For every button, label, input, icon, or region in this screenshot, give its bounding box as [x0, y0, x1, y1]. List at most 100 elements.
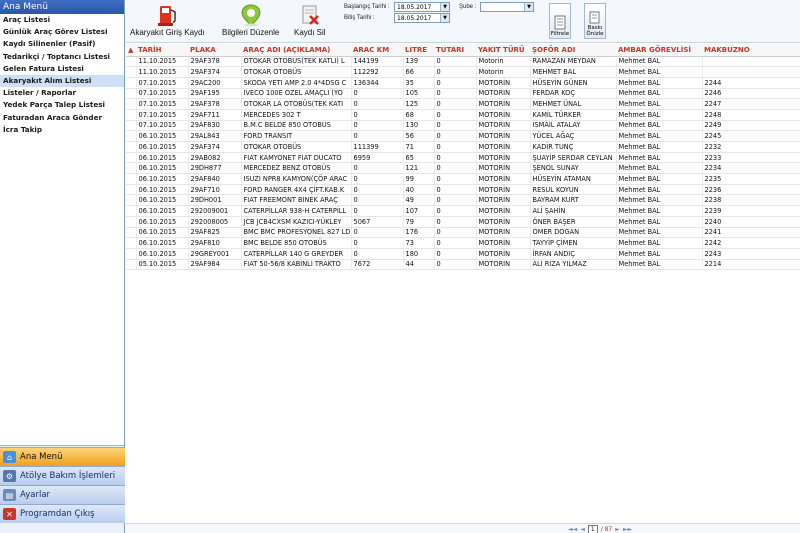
table-row[interactable]: 05.10.2015 29AF984 FIAT 50-56/8 KABİNLİ TR… [126, 259, 800, 271]
row-selector[interactable] [126, 237, 137, 249]
row-selector[interactable] [126, 216, 137, 228]
table-cell: 29AF830 [188, 120, 242, 132]
table-row[interactable]: 06.10.2015 29AF710 FORD RANGER 4X4 ÇİFT.KA… [126, 184, 800, 196]
column-header[interactable]: ARAC KM [351, 44, 403, 57]
table-cell: 2238 [702, 194, 800, 207]
table-row[interactable]: 06.10.2015 29AF825 BMC BMC PROFESYONEL 827… [126, 227, 800, 239]
sidebar-item[interactable]: Kaydı Silinenler (Pasif) [0, 38, 124, 50]
exit-icon: ✕ [3, 508, 16, 520]
row-selector[interactable] [126, 88, 137, 100]
column-header[interactable]: AMBAR GÖREVLİSİ [616, 44, 702, 57]
filter-icon [554, 15, 566, 30]
edit-details-button[interactable]: Bilgileri Düzenle [222, 2, 279, 37]
row-selector[interactable] [126, 227, 137, 239]
chevron-down-icon[interactable]: ▼ [440, 3, 449, 11]
row-selector[interactable] [126, 152, 137, 164]
current-page-input[interactable]: 1 [587, 525, 598, 533]
table-row[interactable]: 07.10.2015 29AF830 B.M.C BELDE 850 OTOBÜS 0… [126, 120, 800, 132]
table-cell: Mehmet BAL [616, 205, 703, 217]
column-header[interactable]: TARİH [136, 44, 188, 57]
table-row[interactable]: 07.10.2015 29AF711 MERCEDES 302 T 0 68 0 MOTOR… [126, 109, 800, 121]
table-row[interactable]: 07.10.2015 29AC200 SKODA YETI AMP 2.0 4*4D… [126, 77, 800, 89]
table-row[interactable]: 06.10.2015 29GREY001 CATERPİLLAR 140 G GRE… [126, 248, 800, 260]
end-date-label: Bitiş Tarihi : [344, 15, 375, 21]
column-header[interactable]: MAKBUZNO [702, 44, 800, 57]
row-selector[interactable] [126, 141, 137, 153]
sidebar-item[interactable]: Listeler / Raporlar [0, 87, 124, 99]
filter-button[interactable]: Filtrele [549, 3, 571, 39]
table-cell: FIAT KAMYONET FIAT DUCATO [241, 152, 352, 164]
row-selector[interactable] [126, 205, 137, 217]
chevron-down-icon[interactable]: ▼ [440, 14, 449, 22]
previous-page-icon[interactable]: ◄ [580, 526, 585, 533]
row-selector[interactable] [126, 173, 137, 185]
table-row[interactable]: 06.10.2015 292009001 CATERPİLLAR 938-H CAT… [126, 205, 800, 217]
sidebar-item[interactable]: Araç Listesi [0, 14, 124, 26]
bottom-nav-item[interactable]: ⚙ Atölye Bakım İşlemleri [0, 466, 125, 485]
row-selector[interactable] [126, 98, 137, 110]
row-selector[interactable] [126, 66, 137, 78]
column-header[interactable]: ŞOFÖR ADI [530, 44, 616, 57]
chevron-down-icon[interactable]: ▼ [524, 3, 533, 11]
table-row[interactable]: 07.10.2015 29AF195 IVECO 100E ÖZEL AMAÇLI … [126, 88, 800, 100]
row-selector[interactable] [126, 194, 137, 207]
bottom-nav-item[interactable]: ⌂ Ana Menü [0, 447, 125, 466]
sidebar-item[interactable]: Tedarikçi / Toptancı Listesi [0, 51, 124, 63]
table-row[interactable]: 06.10.2015 29AF374 OTOKAR OTOBÜS 111399 71 0 M… [126, 141, 800, 153]
column-header[interactable]: YAKIT TÜRÜ [476, 44, 530, 57]
row-selector[interactable] [126, 77, 137, 89]
column-header[interactable]: LITRE [403, 44, 434, 57]
first-page-icon[interactable]: ◄◄ [568, 526, 577, 533]
table-cell: İSMAİL ATALAY [530, 120, 617, 132]
next-page-icon[interactable]: ► [615, 526, 620, 533]
add-fuel-entry-button[interactable]: Akaryakıt Giriş Kaydı [130, 2, 205, 37]
row-selector[interactable] [126, 184, 137, 196]
branch-select[interactable]: ▼ [480, 2, 534, 12]
delete-document-icon [302, 5, 319, 25]
table-row[interactable]: 06.10.2015 29DH877 MERCEDEZ BENZ OTOBÜS 0 12… [126, 162, 800, 175]
row-selector[interactable] [126, 56, 137, 68]
delete-record-button[interactable]: Kaydı Sil [294, 2, 326, 37]
sidebar-item[interactable]: Gelen Fatura Listesi [0, 63, 124, 75]
bottom-nav-item[interactable]: ✕ Programdan Çıkış [0, 504, 125, 523]
sidebar-item[interactable]: Akaryakıt Alım Listesi [0, 74, 124, 88]
table-row[interactable]: 06.10.2015 29AL843 FORD TRANSIT 0 56 0 MOTORİN… [126, 130, 800, 142]
sidebar-item[interactable]: Günlük Araç Görev Listesi [0, 26, 124, 38]
sort-indicator-icon[interactable]: ▲ [126, 44, 136, 57]
end-date-picker[interactable]: 18.05.2017 ▼ [394, 13, 450, 23]
table-row[interactable]: 06.10.2015 292008005 JCB JCB4CXSM KAZICI-Y… [126, 216, 800, 228]
table-cell: Mehmet BAL [616, 56, 703, 68]
table-cell: OTOKAR OTOBÜS(TEK KATLI) L [241, 56, 352, 68]
column-header[interactable]: PLAKA [188, 44, 241, 57]
table-row[interactable]: 06.10.2015 29AF810 BMC BELDE 850 OTOBÜS 0 73… [126, 237, 800, 249]
last-page-icon[interactable]: ►► [623, 526, 632, 533]
row-selector[interactable] [126, 130, 137, 142]
print-preview-button[interactable]: Baskı Önizle [584, 3, 606, 39]
table-row[interactable]: 11.10.2015 29AF378 OTOKAR OTOBÜS(TEK KATLI… [126, 56, 800, 68]
row-selector[interactable] [126, 162, 137, 175]
column-header[interactable]: TUTARI [434, 44, 476, 57]
table-row[interactable]: 06.10.2015 29DH001 FIAT FREEMONT BINEK ARA… [126, 194, 800, 207]
filter-label: Filtrele [550, 31, 570, 37]
table-row[interactable]: 06.10.2015 29AB082 FIAT KAMYONET FIAT DUCA… [126, 152, 800, 164]
table-cell: 29DH001 [188, 194, 242, 207]
bottom-nav-label: Ayarlar [20, 490, 51, 500]
start-date-picker[interactable]: 18.05.2017 ▼ [394, 2, 450, 12]
sidebar-item[interactable]: Yedek Parça Talep Listesi [0, 99, 124, 111]
table-cell: 0 [351, 109, 404, 121]
sidebar-item[interactable]: İcra Takip [0, 124, 124, 136]
row-selector[interactable] [126, 259, 137, 271]
row-selector[interactable] [126, 109, 137, 121]
table-cell: YÜCEL AĞAÇ [530, 130, 617, 142]
row-selector[interactable] [126, 248, 137, 260]
bottom-nav-item[interactable]: ▤ Ayarlar [0, 485, 125, 504]
column-header[interactable]: ARAÇ ADI (AÇIKLAMA) [241, 44, 351, 57]
table-row[interactable]: 07.10.2015 29AF378 OTOKAR LA OTOBÜS(TEK KA… [126, 98, 800, 110]
sidebar-item[interactable]: Faturadan Araca Gönder [0, 112, 124, 124]
table-cell: 0 [434, 259, 477, 271]
table-row[interactable]: 11.10.2015 29AF374 OTOKAR OTOBÜS 112292 66 0 M… [126, 66, 800, 78]
table-row[interactable]: 06.10.2015 29AF840 ISUZI NPR8 KAMYON(ÇÖP A… [126, 173, 800, 185]
row-selector[interactable] [126, 120, 137, 132]
table-cell: MOTORİN [476, 130, 531, 142]
table-cell: 73 [403, 237, 435, 249]
